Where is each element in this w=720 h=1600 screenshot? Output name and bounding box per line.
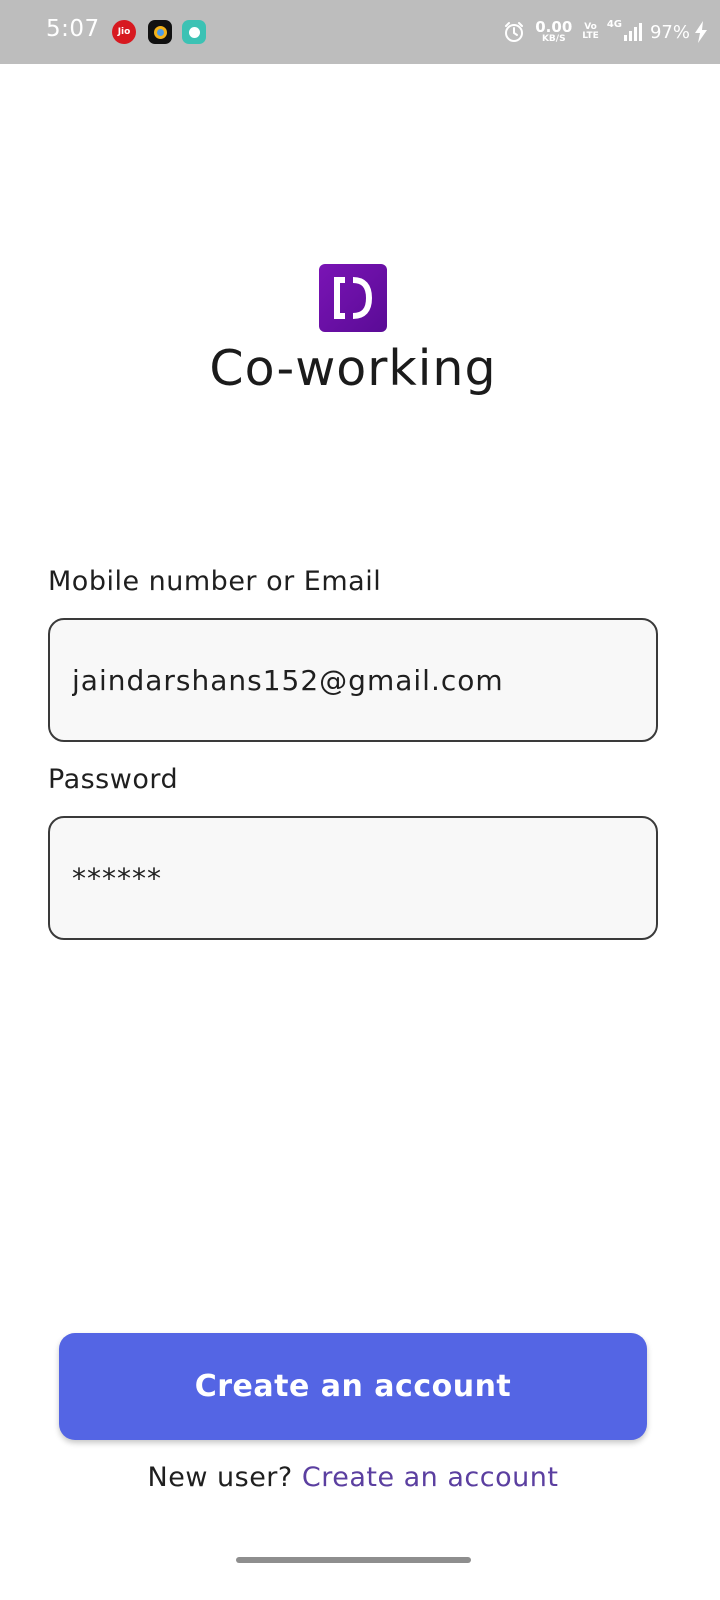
signup-row: New user? Create an account	[0, 1462, 706, 1493]
alarm-icon	[505, 22, 524, 42]
email-input[interactable]	[72, 663, 656, 697]
home-indicator[interactable]	[236, 1557, 471, 1563]
ring-app-icon	[148, 20, 172, 44]
signup-prompt: New user?	[147, 1462, 293, 1493]
signal-icon	[623, 23, 642, 41]
app-title: Co-working	[209, 340, 497, 397]
network-speed: 0.00 KB/S	[535, 20, 572, 44]
status-time: 5:07	[46, 16, 100, 42]
battery-percent: 97%	[649, 21, 690, 43]
network-type: 4G	[606, 19, 622, 30]
status-indicators: 0.00 KB/S Vo LTE 4G 97%	[503, 17, 707, 47]
chat-app-icon	[182, 20, 206, 44]
password-input[interactable]	[72, 861, 656, 895]
create-account-button[interactable]: Create an account	[59, 1333, 647, 1440]
network-speed-value: 0.00	[535, 18, 573, 36]
login-field[interactable]	[48, 618, 658, 742]
volte-indicator: Vo LTE	[582, 22, 599, 42]
status-bar: 5:07 Jio 0.00 KB/S Vo LTE 4G 97%	[0, 0, 720, 64]
bracket-d-logo	[319, 264, 387, 332]
network-speed-unit: KB/S	[541, 34, 566, 44]
login-field-label: Mobile number or Email	[48, 566, 382, 597]
password-field[interactable]	[48, 816, 658, 940]
volte-bottom: LTE	[582, 31, 599, 41]
jio-icon: Jio	[112, 20, 136, 44]
charging-icon	[695, 21, 707, 43]
create-account-link[interactable]: Create an account	[302, 1462, 559, 1493]
password-field-label: Password	[48, 764, 179, 795]
